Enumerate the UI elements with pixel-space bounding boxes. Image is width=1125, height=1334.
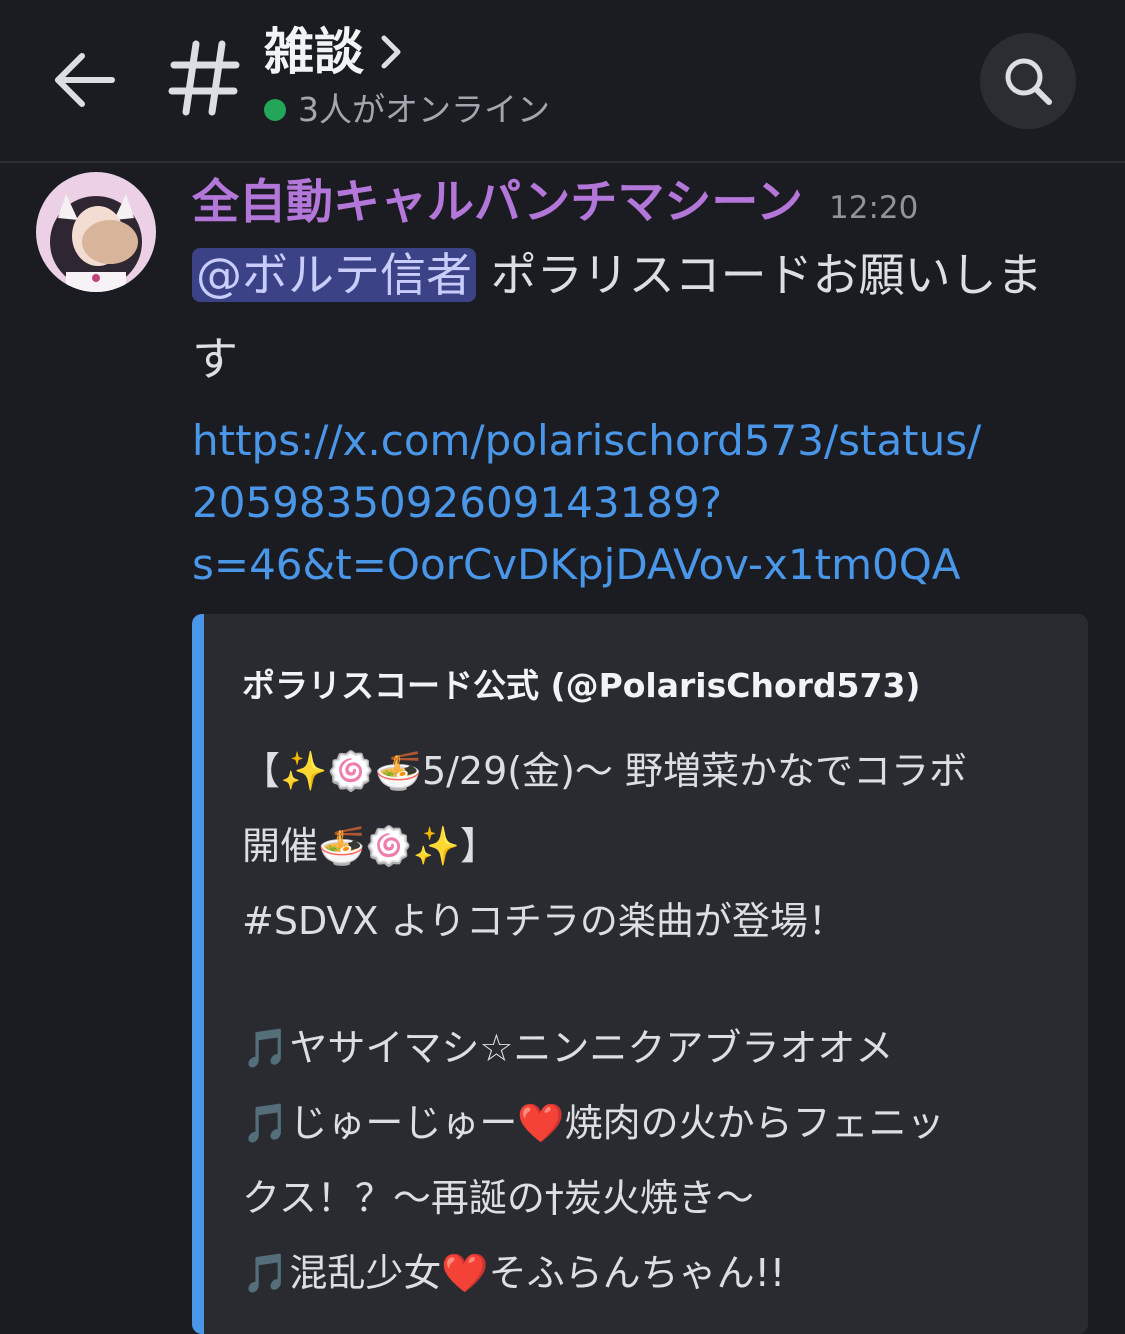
search-button[interactable] [980, 33, 1076, 129]
message-link[interactable]: https://x.com/polarischord573/status/ 20… [192, 410, 1052, 596]
message-text: @ボルテ信者 ポラリスコードお願いしま す [192, 233, 1072, 401]
embed-line: クス！？〜再誕の†炭火焼き〜 [242, 1176, 754, 1220]
message-text-continued: す [192, 332, 238, 386]
embed-line: #SDVX よりコチラの楽曲が登場！ [242, 899, 846, 943]
embed-line: 開催🍜🍥✨】 [242, 824, 498, 868]
avatar-image [36, 172, 156, 292]
embed-line: 【✨🍥🍜5/29(金)〜 野増菜かなでコラボ [242, 749, 968, 793]
message-author[interactable]: 全自動キャルパンチマシーン [192, 172, 803, 234]
channel-title-button[interactable]: 雑談 [264, 22, 404, 82]
channel-name: 雑談 [264, 23, 364, 81]
online-dot-icon [264, 99, 286, 121]
link-line: s=46&t=OorCvDKpjDAVov-x1tm0QA [192, 540, 961, 589]
online-status: 3人がオンライン [264, 88, 550, 132]
embed-blank-line [242, 959, 1042, 1011]
embed-line: 🎵じゅーじゅー❤️焼肉の火からフェニッ [242, 1101, 945, 1145]
link-line: https://x.com/polarischord573/status/ [192, 416, 982, 465]
embed-accent-bar [192, 614, 204, 1334]
chevron-right-icon [381, 35, 401, 69]
online-count: 3人がオンライン [298, 90, 550, 129]
link-line: 2059835092609143189? [192, 478, 723, 527]
embed-description: 【✨🍥🍜5/29(金)〜 野増菜かなでコラボ 開催🍜🍥✨】 #SDVX よりコチ… [242, 734, 1042, 1311]
user-mention[interactable]: @ボルテ信者 [192, 248, 476, 302]
avatar[interactable] [36, 172, 156, 292]
embed-line: 🎵ヤサイマシ☆ニンニクアブラオオメ [242, 1026, 894, 1070]
arrow-left-icon [55, 53, 115, 107]
message-timestamp: 12:20 [829, 190, 919, 226]
message-text-part: ポラリスコードお願いしま [476, 248, 1043, 302]
embed-author[interactable]: ポラリスコード公式 (@PolarisChord573) [242, 662, 920, 710]
message-header: 全自動キャルパンチマシーン 12:20 [192, 172, 918, 234]
channel-header: 雑談 3人がオンライン [0, 0, 1125, 163]
embed-line: 🎵混乱少女❤️そふらんちゃん!! [242, 1251, 786, 1295]
back-button[interactable] [50, 45, 120, 115]
hash-icon [168, 40, 240, 116]
search-icon [1005, 58, 1052, 105]
